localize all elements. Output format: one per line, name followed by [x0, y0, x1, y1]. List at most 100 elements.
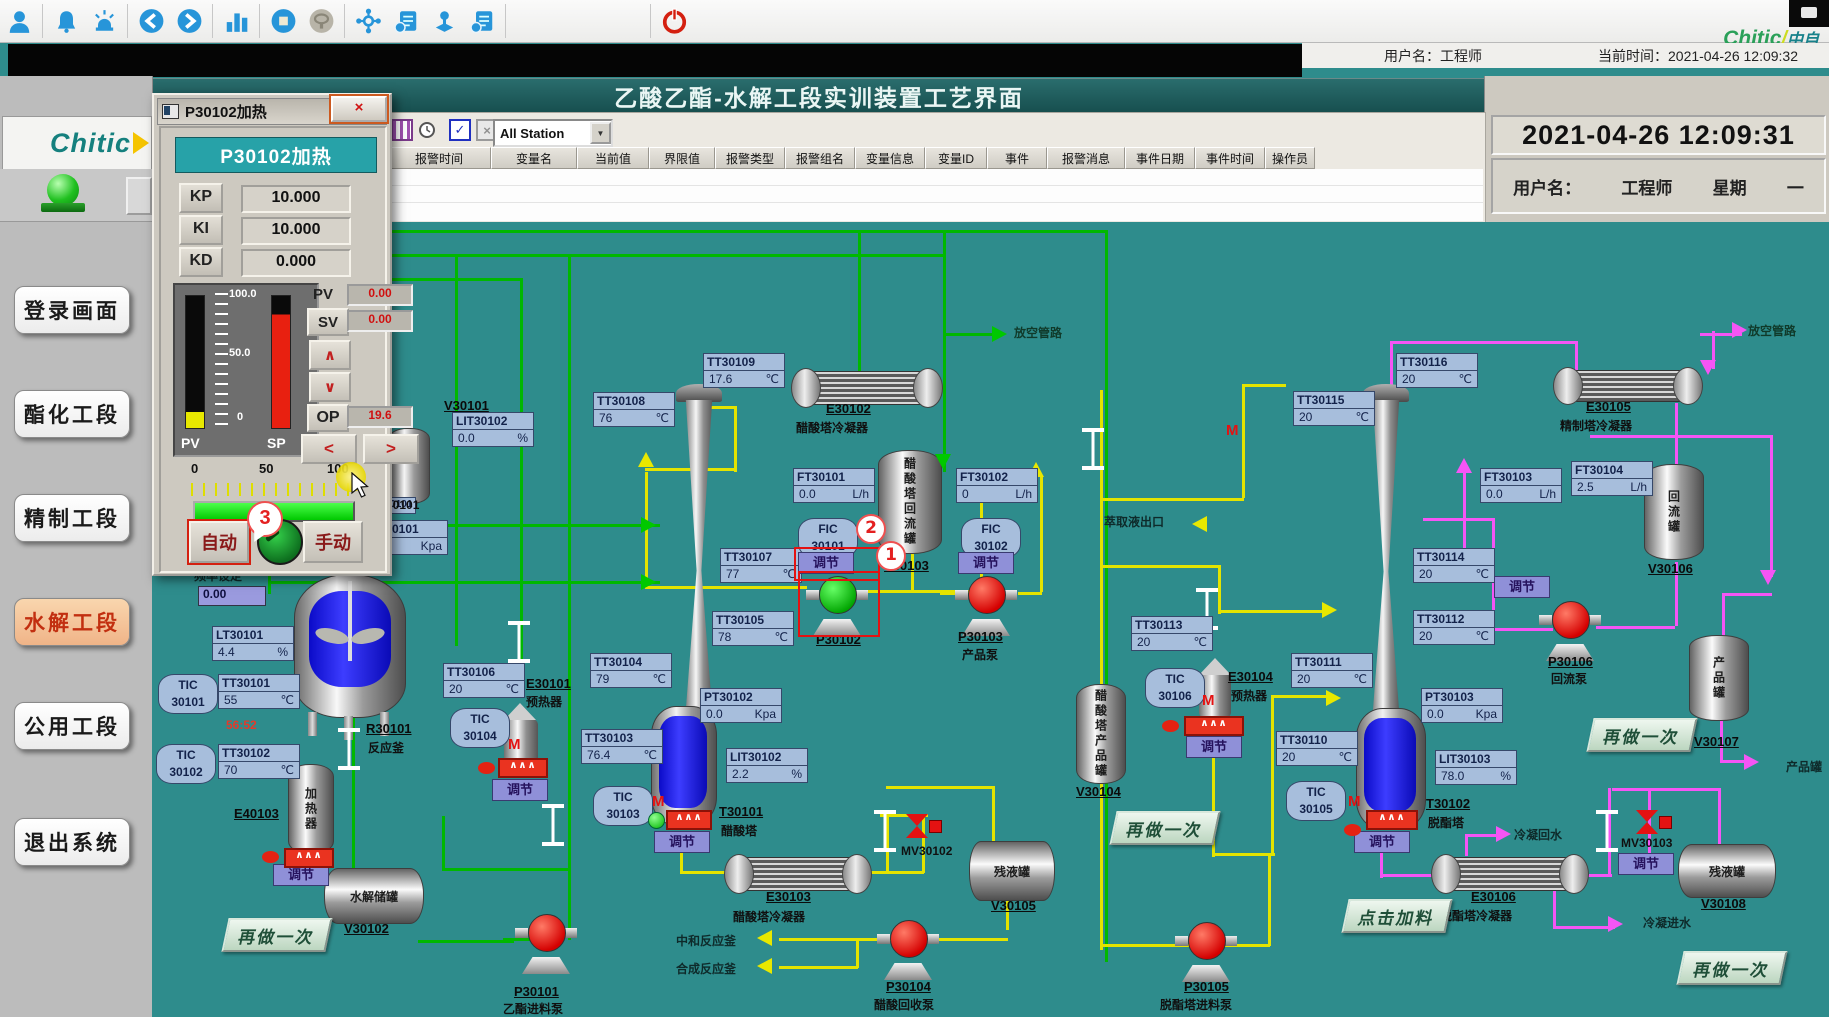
vessel-V30104[interactable]: 醋酸塔产品罐 [1076, 684, 1126, 784]
equipment-label-E30106[interactable]: E30106 [1471, 889, 1516, 904]
vessel-V30106[interactable]: 回流罐 [1644, 464, 1704, 560]
controller-TIC30103[interactable]: TIC30103 [593, 786, 653, 826]
equipment-label-V30108[interactable]: V30108 [1701, 896, 1746, 911]
vessel-V30102[interactable]: 水解储罐 [324, 868, 424, 924]
equipment-label-P30104[interactable]: P30104 [886, 979, 931, 994]
frequency-setpoint-field[interactable]: 0.00 [198, 586, 266, 606]
alarm-table-rows[interactable] [387, 169, 1483, 221]
alarm-column-2[interactable]: 当前值 [577, 147, 649, 169]
kd-value[interactable]: 0.000 [241, 249, 351, 277]
increase-button[interactable]: ∧ [309, 340, 351, 370]
instrument-TT30104-11[interactable]: TT3010479℃ [590, 653, 672, 688]
instrument-FT30101-8[interactable]: FT301010.0L/h [793, 468, 875, 503]
equipment-label-T30101[interactable]: T30101 [719, 804, 763, 819]
equipment-label-R30101[interactable]: R30101 [366, 721, 412, 736]
alarm-column-4[interactable]: 报警类型 [715, 147, 785, 169]
equipment-label-E30103[interactable]: E30103 [766, 889, 811, 904]
instrument-TT30116-18[interactable]: TT3011620℃ [1396, 353, 1478, 388]
adjust-button-1[interactable]: 调节 [958, 552, 1014, 574]
pump-P30106[interactable] [1548, 599, 1592, 661]
sidebar-item-3[interactable]: 精制工段 [14, 494, 130, 542]
instrument-TT30105-10[interactable]: TT3010578℃ [712, 611, 794, 646]
ki-value[interactable]: 10.000 [241, 217, 351, 245]
manual-button[interactable]: 手动 [303, 521, 363, 563]
sidebar-item-5[interactable]: 公用工段 [14, 702, 130, 750]
equipment-label-V30106[interactable]: V30106 [1648, 561, 1693, 576]
equipment-label-V30104[interactable]: V30104 [1076, 784, 1121, 799]
instrument-TT30106-5[interactable]: TT3010620℃ [443, 663, 525, 698]
instrument-TT30101-3[interactable]: TT3010155℃ [218, 674, 300, 709]
kp-label[interactable]: KP [179, 183, 223, 213]
alarm-column-8[interactable]: 事件 [987, 147, 1047, 169]
instrument-TT30111-23[interactable]: TT3011120℃ [1291, 653, 1373, 688]
sidebar-item-4[interactable]: 水解工段 [14, 598, 130, 646]
alarm-ack-checkbox-icon[interactable]: ✓ [449, 119, 471, 141]
column-shaft-T30102[interactable] [1371, 400, 1401, 712]
alarm-column-5[interactable]: 报警组名 [785, 147, 855, 169]
instrument-TT30112-22[interactable]: TT3011220℃ [1413, 610, 1495, 645]
kd-label[interactable]: KD [179, 247, 223, 277]
nav-forward-icon[interactable] [170, 3, 208, 39]
sidebar-item-1[interactable]: 登录画面 [14, 286, 130, 334]
equipment-label-V30107[interactable]: V30107 [1694, 734, 1739, 749]
decrease-button[interactable]: ∨ [309, 372, 351, 402]
action-button-3[interactable]: 再做一次 [1676, 951, 1787, 985]
sv-button[interactable]: SV [307, 308, 349, 336]
alarm-column-7[interactable]: 变量ID [925, 147, 987, 169]
equipment-label-E30101[interactable]: E30101 [526, 676, 571, 691]
controller-TIC30104[interactable]: TIC30104 [450, 708, 510, 748]
adjust-button-8[interactable]: 调节 [1618, 853, 1674, 875]
network-settings-icon[interactable] [349, 3, 387, 39]
valve-MV30102[interactable] [906, 814, 928, 838]
kp-value[interactable]: 10.000 [241, 185, 351, 213]
adjust-button-5[interactable]: 调节 [1186, 736, 1242, 758]
exchanger-E30106[interactable] [1431, 854, 1589, 894]
sv-field[interactable]: 0.00 [347, 310, 413, 332]
instrument-TT30110-24[interactable]: TT3011020℃ [1276, 731, 1358, 766]
valve-MV30103[interactable] [1636, 810, 1658, 834]
equipment-label-P30101[interactable]: P30101 [514, 984, 559, 999]
nav-back-icon[interactable] [132, 3, 170, 39]
alarm-beacon-icon[interactable] [85, 3, 123, 39]
pump-P30104[interactable] [886, 918, 930, 980]
action-button-0[interactable]: 再做一次 [221, 918, 332, 952]
vessel-V30105[interactable]: 残液罐 [969, 841, 1055, 901]
vessel-V30108[interactable]: 残液罐 [1678, 844, 1776, 898]
equipment-label-P30105[interactable]: P30105 [1184, 979, 1229, 994]
vessel-V30107[interactable]: 产品罐 [1689, 635, 1749, 721]
vessel-R30101[interactable] [294, 574, 406, 718]
instrument-PT30102-13[interactable]: PT301020.0Kpa [700, 688, 782, 723]
controller-TIC30105[interactable]: TIC30105 [1286, 781, 1346, 821]
equipment-label-V30102[interactable]: V30102 [344, 921, 389, 936]
instrument-LIT30102-14[interactable]: LIT301022.2% [726, 748, 808, 783]
equipment-label-T30102[interactable]: T30102 [1426, 796, 1470, 811]
instrument-TT30108-6[interactable]: TT3010876℃ [593, 392, 675, 427]
user-icon[interactable] [0, 3, 38, 39]
controller-TIC30106[interactable]: TIC30106 [1145, 668, 1205, 708]
instrument-LIT30103-26[interactable]: LIT3010378.0% [1435, 750, 1517, 785]
system-settings-icon[interactable] [463, 3, 501, 39]
adjust-button-6[interactable]: 调节 [1354, 831, 1410, 853]
popup-close-button[interactable]: × [331, 96, 387, 122]
alarm-column-1[interactable]: 变量名 [491, 147, 577, 169]
equipment-label-P30103[interactable]: P30103 [958, 629, 1003, 644]
alarm-grid-icon[interactable] [391, 119, 413, 141]
step-left-button[interactable]: < [301, 434, 357, 464]
equipment-label-P30106[interactable]: P30106 [1548, 654, 1593, 669]
instrument-FT30103-19[interactable]: FT301030.0L/h [1480, 468, 1562, 503]
alarm-clock-icon[interactable] [418, 121, 436, 139]
instrument-FT30102-15[interactable]: FT301020L/h [956, 468, 1038, 503]
alarm-column-0[interactable]: 报警时间 [387, 147, 491, 169]
equipment-label-E30104[interactable]: E30104 [1228, 669, 1273, 684]
pump-P30101[interactable] [524, 912, 568, 974]
controller-TIC30101[interactable]: TIC30101 [158, 674, 218, 714]
adjust-button-4[interactable]: 调节 [492, 779, 548, 801]
adjust-button-7[interactable]: 调节 [1494, 576, 1550, 598]
bell-icon[interactable] [47, 3, 85, 39]
station-selector[interactable]: All Station ▼ [493, 119, 613, 147]
instrument-TT30103-12[interactable]: TT3010376.4℃ [581, 729, 663, 764]
power-icon[interactable] [655, 3, 693, 39]
instrument-PT30103-25[interactable]: PT301030.0Kpa [1421, 688, 1503, 723]
alarm-column-10[interactable]: 事件日期 [1125, 147, 1195, 169]
column-shaft-T30101[interactable] [684, 400, 714, 710]
